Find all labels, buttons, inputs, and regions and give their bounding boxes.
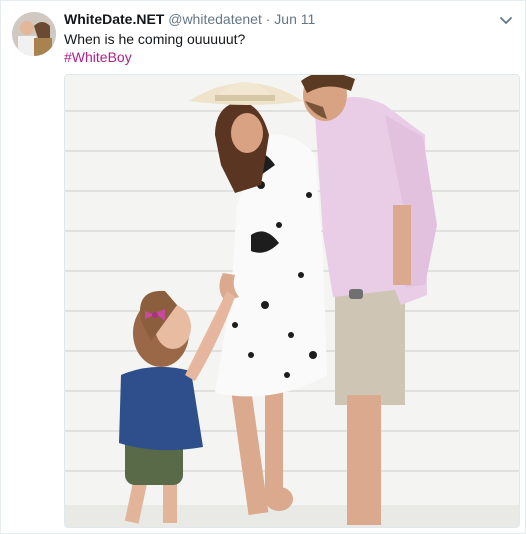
tweet-text: When is he coming ouuuuut? [64,31,246,47]
separator: · [265,11,271,27]
tweet-header: WhiteDate.NET @whitedatenet · Jun 11 [64,10,486,28]
tweet-date[interactable]: Jun 11 [274,11,315,27]
display-name[interactable]: WhiteDate.NET [64,11,164,27]
user-handle[interactable]: @whitedatenet [168,11,262,27]
photo-illustration [65,75,519,527]
chevron-down-icon[interactable] [498,12,514,28]
hashtag-link[interactable]: #WhiteBoy [64,48,132,66]
tweet-photo[interactable] [64,74,520,528]
avatar[interactable] [12,12,56,56]
